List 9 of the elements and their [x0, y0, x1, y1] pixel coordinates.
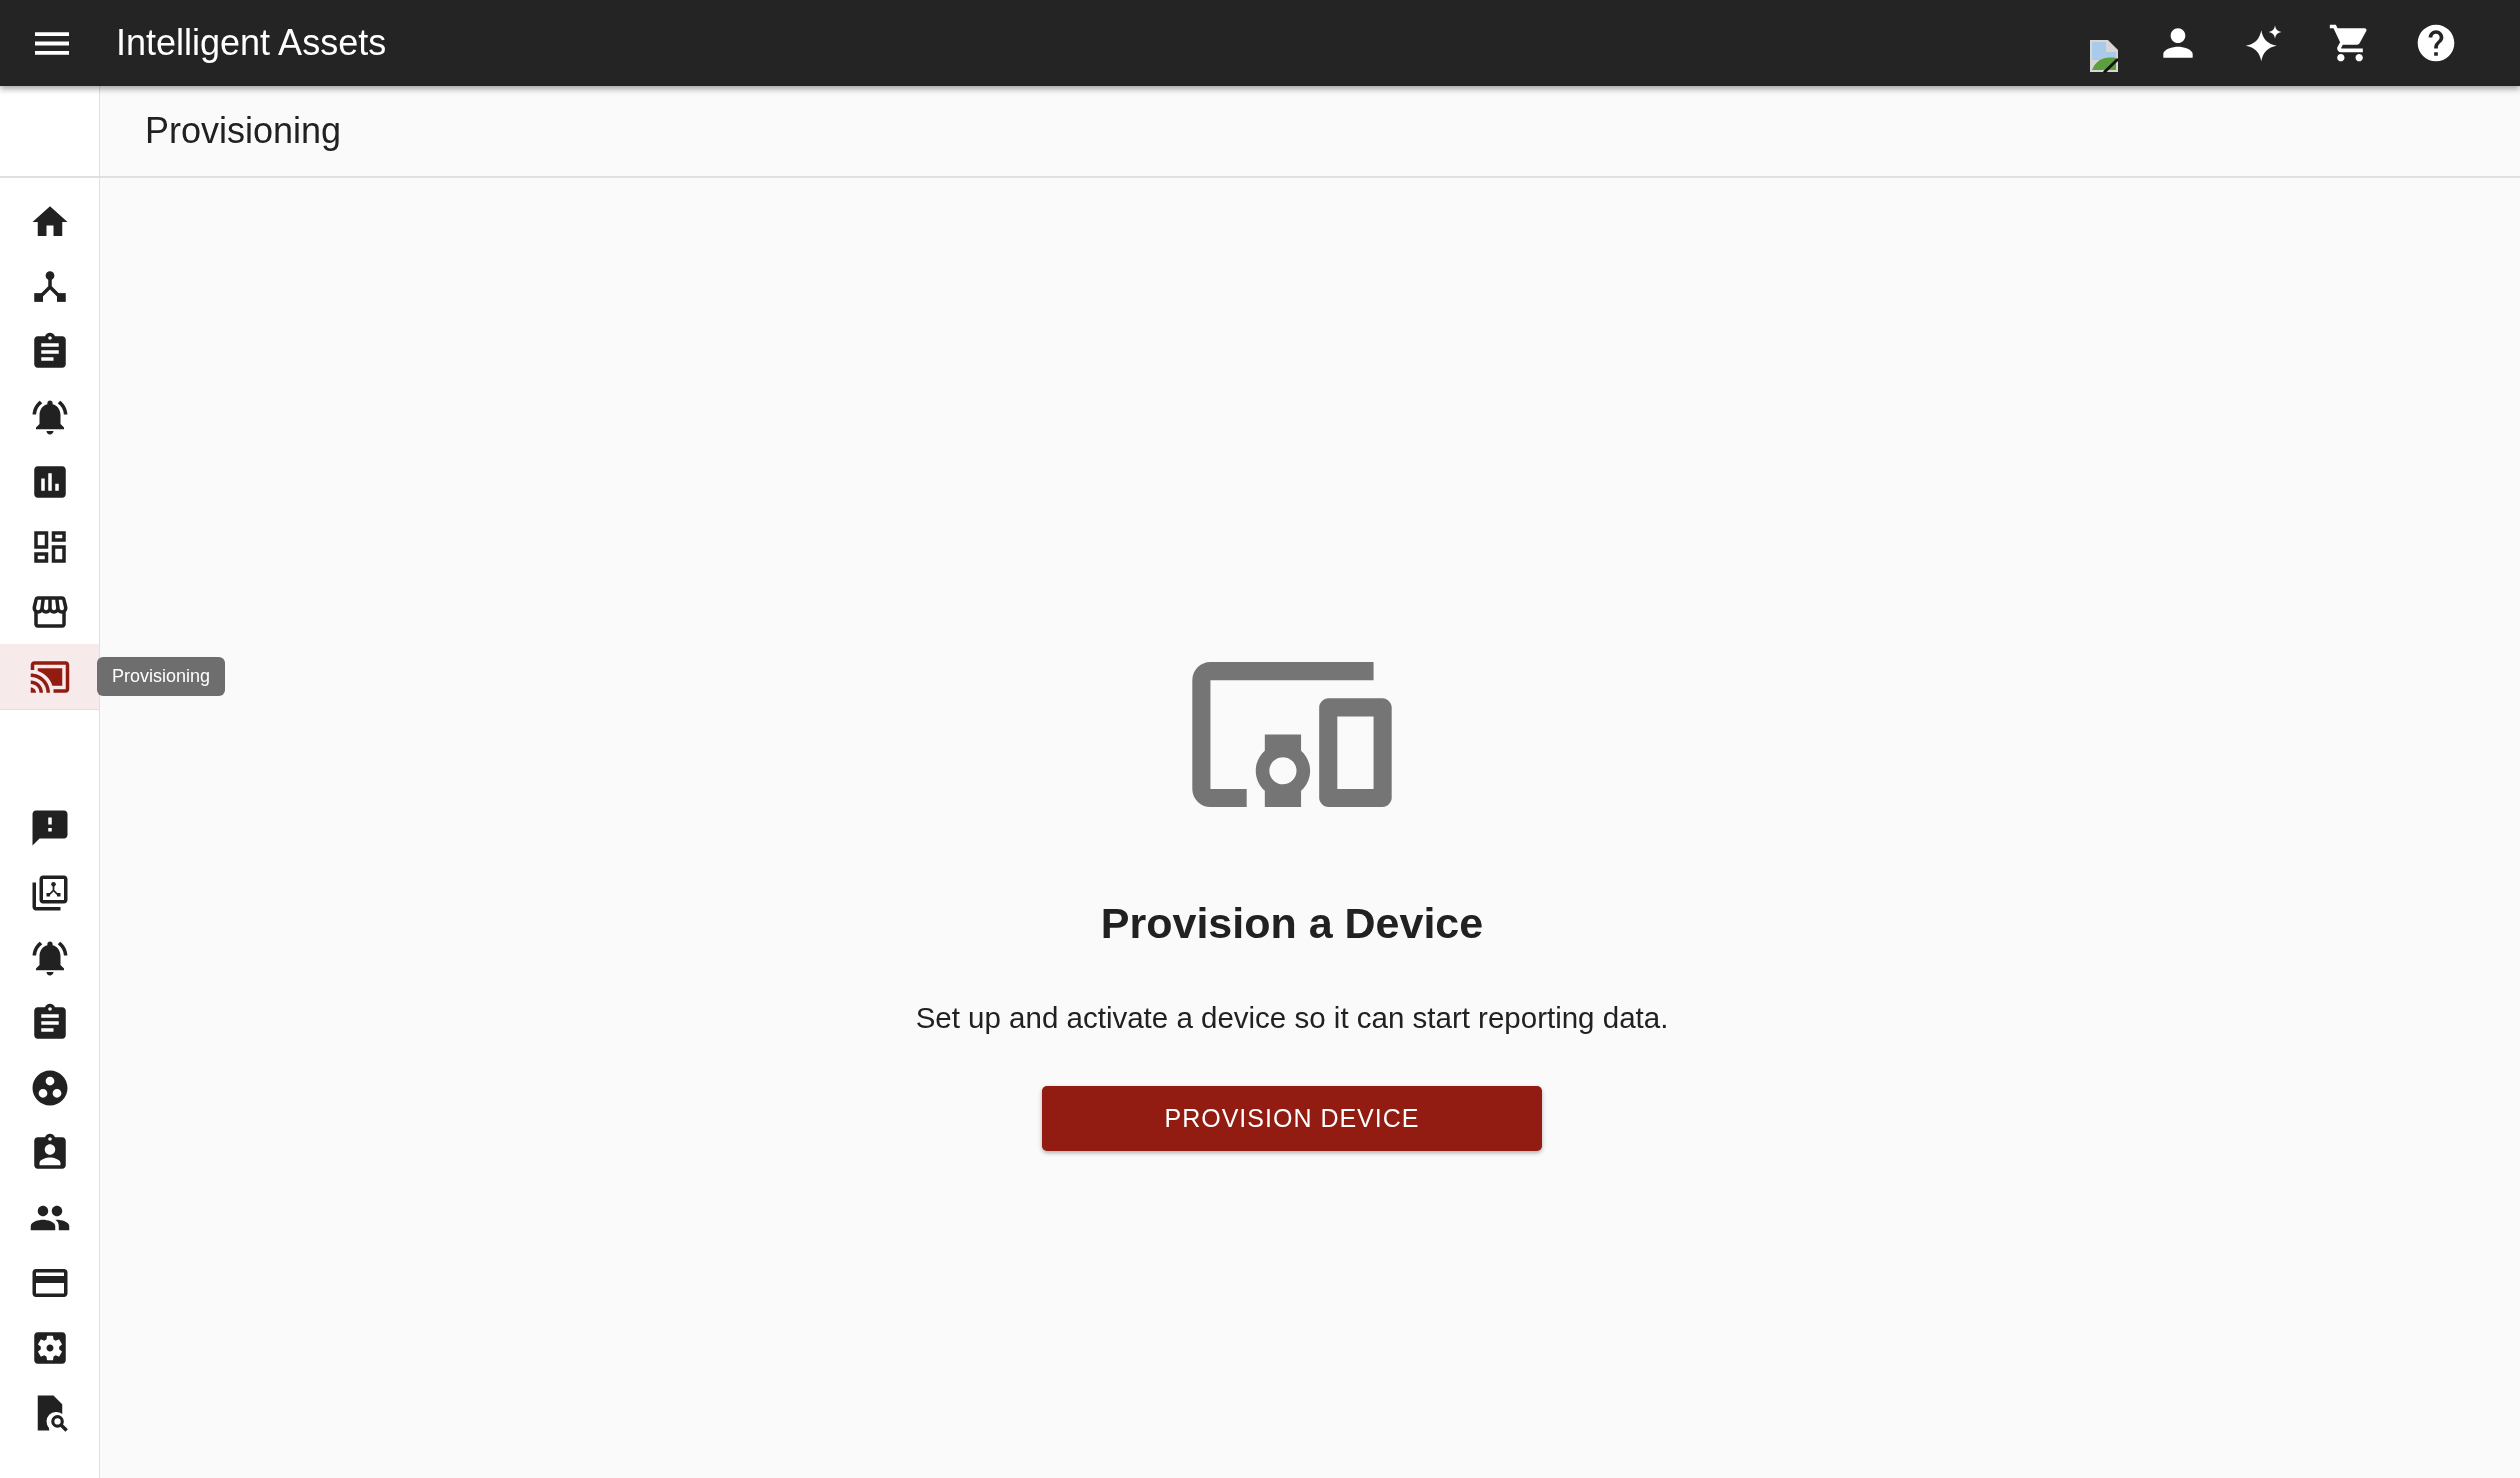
page-title: Provisioning: [145, 110, 342, 152]
broken-image-icon: [2089, 39, 2119, 73]
app-title: Intelligent Assets: [116, 22, 387, 64]
tooltip: Provisioning: [97, 657, 226, 696]
nav-item[interactable]: [0, 644, 99, 709]
menu-icon: [35, 31, 69, 55]
empty-state-title: Provision a Device: [1100, 898, 1484, 949]
empty-state-description: Set up and activate a device so it can start reporting data.: [915, 1001, 1669, 1035]
provision-device-button[interactable]: PROVISION DEVICE: [1042, 1086, 1542, 1151]
